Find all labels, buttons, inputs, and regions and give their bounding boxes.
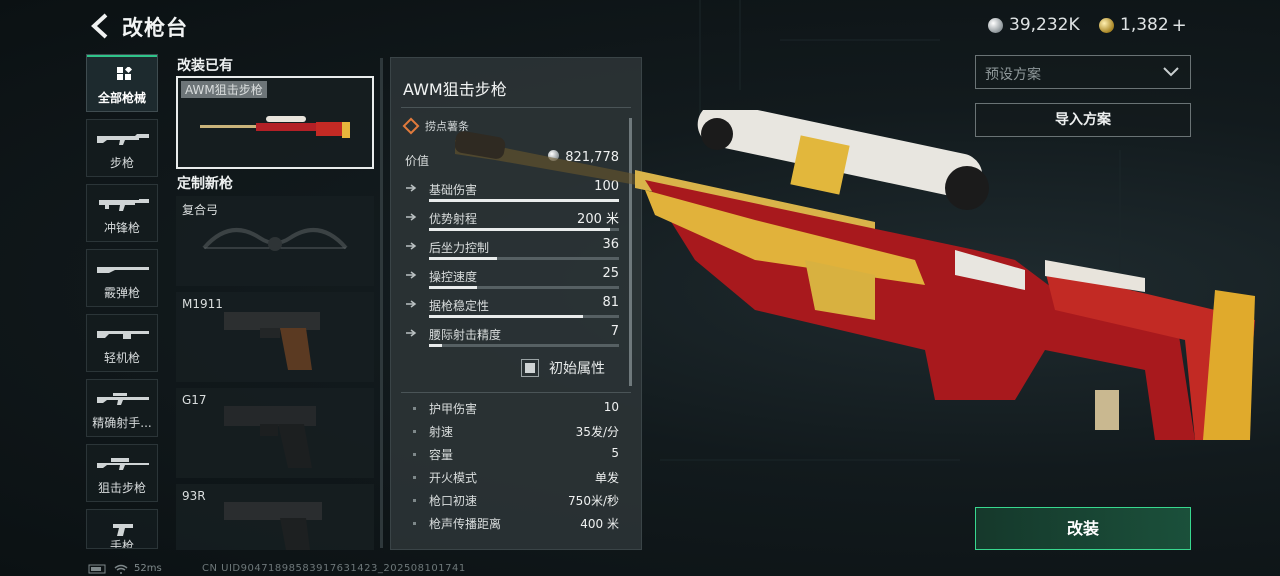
- stat-bar-fill: [429, 344, 443, 347]
- weapon-card-bow[interactable]: 复合弓: [176, 196, 374, 286]
- g17-thumbnail: [224, 406, 316, 468]
- pistol-icon: [113, 524, 133, 536]
- attribute-label: 射速: [429, 425, 454, 439]
- category-lmg[interactable]: 轻机枪: [86, 314, 158, 372]
- attribute-label: 枪口初速: [429, 494, 478, 508]
- gold-currency[interactable]: 1,382 +: [1099, 14, 1187, 36]
- status-bar: 52ms: [88, 563, 162, 574]
- m1911-thumbnail: [224, 312, 320, 370]
- weapon-card-m1911[interactable]: M1911: [176, 292, 374, 382]
- category-all[interactable]: 全部枪械: [86, 54, 158, 112]
- category-label: 精确射手...: [92, 416, 152, 430]
- attribute-row: 开火模式 单发: [413, 469, 619, 489]
- ping-value: 52ms: [134, 563, 162, 574]
- uid-text: CN UID904718985839176314​23_202508101741: [202, 563, 466, 574]
- bullet-damage-icon: [406, 184, 417, 192]
- grid-icon: [117, 67, 132, 80]
- divider: [401, 107, 631, 108]
- chevron-down-icon: [1163, 67, 1179, 77]
- category-pistol[interactable]: 手枪: [86, 509, 158, 549]
- owned-section-title: 改装已有: [177, 58, 233, 74]
- category-label: 霰弹枪: [103, 286, 140, 300]
- sniper-rifle-icon: [97, 458, 149, 470]
- new-section-title: 定制新枪: [177, 176, 233, 192]
- attribute-value: 750米/秒: [568, 494, 619, 508]
- smg-icon: [99, 199, 149, 211]
- attribute-label: 开火模式: [429, 471, 478, 485]
- bullet-dot: [413, 453, 416, 456]
- gold-amount: 1,382: [1120, 15, 1169, 35]
- battery-icon: [88, 564, 106, 573]
- rifle-icon: [97, 134, 149, 145]
- gold-coin-icon: [1099, 17, 1114, 33]
- add-currency-button[interactable]: +: [1172, 15, 1187, 36]
- bullet-dot: [413, 522, 416, 525]
- category-sidebar: 全部枪械 步枪 冲锋枪 霰弹枪 轻机枪 精确射手... 狙击步枪 手枪: [86, 54, 160, 556]
- 93r-thumbnail: [224, 502, 322, 550]
- weapon-title: AWM狙击步枪: [403, 80, 507, 99]
- wifi-icon: [114, 564, 128, 574]
- back-arrow-icon[interactable]: [88, 12, 112, 40]
- bullet-dot: [413, 407, 416, 410]
- preset-dropdown[interactable]: 预设方案: [975, 55, 1191, 89]
- category-label: 轻机枪: [103, 351, 140, 365]
- stability-icon: [406, 300, 417, 308]
- attribute-row: 枪声传播距离 400 米: [413, 515, 619, 535]
- weapon-name: G17: [182, 393, 207, 407]
- category-shotgun[interactable]: 霰弹枪: [86, 249, 158, 307]
- lmg-icon: [97, 331, 149, 339]
- preset-placeholder: 预设方案: [985, 67, 1041, 83]
- handling-icon: [406, 271, 417, 279]
- source-diamond-icon: [402, 117, 420, 135]
- weapon-name: M1911: [182, 297, 223, 311]
- attribute-label: 枪声传播距离: [429, 517, 502, 531]
- bullet-dot: [413, 430, 416, 433]
- category-label: 步枪: [109, 156, 134, 170]
- bullet-dot: [413, 476, 416, 479]
- range-icon: [406, 213, 417, 221]
- recoil-icon: [406, 242, 417, 250]
- weapon-card-93r[interactable]: 93R: [176, 484, 374, 550]
- weapon-name: 93R: [182, 489, 206, 503]
- value-label: 价值: [405, 154, 430, 168]
- page-title: 改枪台: [122, 16, 188, 40]
- import-preset-button[interactable]: 导入方案: [975, 103, 1191, 137]
- shotgun-icon: [97, 267, 149, 273]
- awm-sniper-rifle-render: [455, 110, 1255, 440]
- silver-coin-icon: [988, 17, 1003, 33]
- weapon-card-g17[interactable]: G17: [176, 388, 374, 478]
- category-sniper[interactable]: 狙击步枪: [86, 444, 158, 502]
- category-smg[interactable]: 冲锋枪: [86, 184, 158, 242]
- category-label: 冲锋枪: [103, 221, 140, 235]
- bullet-dot: [413, 499, 416, 502]
- modify-button[interactable]: 改装: [975, 507, 1191, 550]
- attribute-row: 枪口初速 750米/秒: [413, 492, 619, 512]
- category-marksman[interactable]: 精确射手...: [86, 379, 158, 437]
- category-rifle[interactable]: 步枪: [86, 119, 158, 177]
- bow-thumbnail: [202, 228, 348, 251]
- weapon-list-scrollbar[interactable]: [380, 58, 383, 548]
- attribute-value: 单发: [594, 471, 619, 485]
- category-label: 全部枪械: [97, 91, 146, 105]
- attribute-value: 400 米: [580, 517, 619, 531]
- silver-amount: 39,232K: [1009, 15, 1080, 35]
- category-label: 狙击步枪: [97, 481, 146, 495]
- hipfire-icon: [406, 329, 417, 337]
- silver-currency: 39,232K: [988, 14, 1080, 36]
- weapon-name: AWM狙击步枪: [181, 81, 267, 98]
- awm-thumbnail: [200, 116, 350, 138]
- attribute-label: 容量: [429, 448, 454, 462]
- marksman-rifle-icon: [97, 393, 149, 405]
- weapon-card-awm[interactable]: AWM狙击步枪: [176, 76, 374, 169]
- category-label: 手枪: [109, 539, 134, 549]
